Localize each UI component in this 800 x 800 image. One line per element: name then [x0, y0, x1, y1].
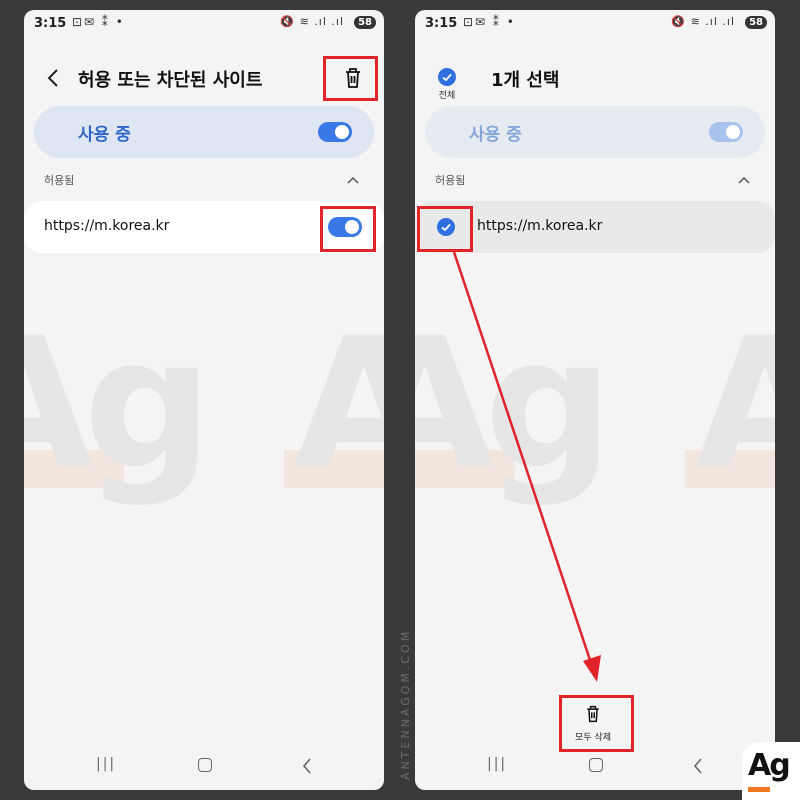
brand-logo: Ag — [742, 742, 800, 800]
logo-text: Ag — [748, 748, 791, 783]
site-watermark-text: ANTENNAGOM.COM — [399, 628, 412, 780]
logo-accent-bar — [748, 787, 770, 792]
